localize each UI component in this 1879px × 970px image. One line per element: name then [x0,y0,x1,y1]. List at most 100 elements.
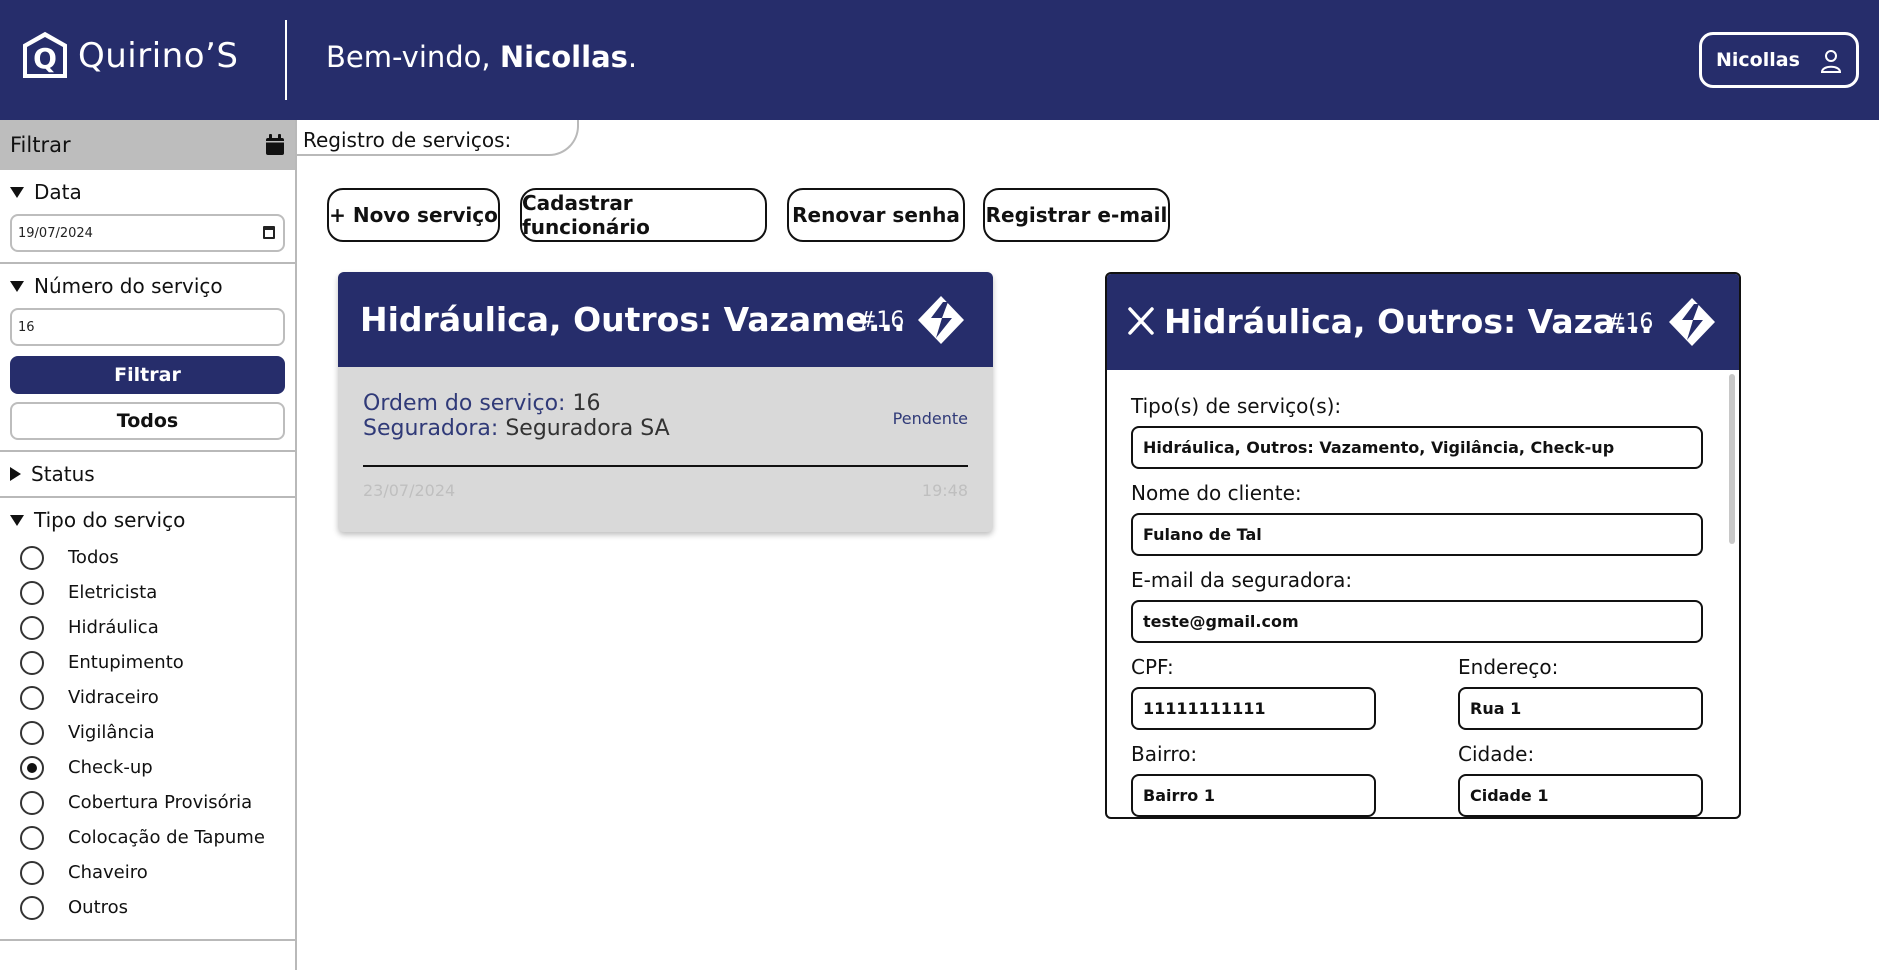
service-type-option[interactable]: Chaveiro [10,855,285,890]
service-card-title: Hidráulica, Outros: Vazame... [360,300,906,339]
brand-letter: Q [33,42,57,75]
insurer-value: Seguradora SA [505,416,670,441]
service-type-option[interactable]: Colocação de Tapume [10,820,285,855]
date-input-value: 19/07/2024 [18,225,93,241]
district-value: Bairro 1 [1143,786,1215,805]
district-field[interactable]: Bairro 1 [1131,774,1376,817]
number-section-toggle[interactable]: Número do serviço [10,274,285,298]
date-input[interactable]: 19/07/2024 [10,214,285,252]
service-type-label: Cobertura Provisória [68,792,253,813]
service-type-option[interactable]: Eletricista [10,575,285,610]
radio-unchecked-icon[interactable] [20,685,44,710]
radio-unchecked-icon[interactable] [20,825,44,850]
type-filter-section: Tipo do serviço Todos Eletricista Hidráuli… [0,498,295,941]
close-icon[interactable] [1127,306,1155,336]
service-type-label: Entupimento [68,652,184,673]
service-type-option[interactable]: Hidráulica [10,610,285,645]
date-picker-icon[interactable] [263,226,275,239]
service-type-option[interactable]: Vidraceiro [10,680,285,715]
brand-logo[interactable]: Q Quirino’S [20,31,238,81]
welcome-suffix: . [627,40,638,74]
service-type-label: Colocação de Tapume [68,827,265,848]
header-divider [285,20,287,100]
radio-unchecked-icon[interactable] [20,580,44,605]
radio-unchecked-icon[interactable] [20,545,44,570]
detail-form: Tipo(s) de serviço(s): Hidráulica, Outro… [1107,370,1739,817]
radio-checked-icon[interactable] [20,755,44,780]
user-button-label: Nicollas [1716,49,1800,71]
client-name-label: Nome do cliente: [1131,481,1302,505]
insurer-email-field[interactable]: teste@gmail.com [1131,600,1703,643]
city-label: Cidade: [1458,742,1535,766]
service-type-option[interactable]: Cobertura Provisória [10,785,285,820]
radio-unchecked-icon[interactable] [20,720,44,745]
radio-unchecked-icon[interactable] [20,790,44,815]
card-date: 23/07/2024 [363,481,456,500]
triangle-down-icon [10,280,24,292]
service-types-field[interactable]: Hidráulica, Outros: Vazamento, Vigilânci… [1131,426,1703,469]
service-types-label: Tipo(s) de serviço(s): [1131,394,1342,418]
order-line: Ordem do serviço: 16 [363,391,968,416]
radio-unchecked-icon[interactable] [20,860,44,885]
service-card[interactable]: Hidráulica, Outros: Vazame... #16 Ordem … [338,272,993,532]
detail-number: #16 [1607,310,1654,335]
type-section-label: Tipo do serviço [34,508,186,532]
register-email-button[interactable]: Registrar e-mail [983,188,1170,242]
insurer-email-value: teste@gmail.com [1143,612,1299,631]
date-section-toggle[interactable]: Data [10,180,285,204]
detail-title: Hidráulica, Outros: Vaza... [1164,302,1653,341]
status-section-label: Status [31,462,95,486]
service-number-input[interactable]: 16 [10,308,285,346]
district-label: Bairro: [1131,742,1198,766]
city-field[interactable]: Cidade 1 [1458,774,1703,817]
detail-scrollbar[interactable] [1729,374,1735,544]
filter-title: Filtrar [10,133,71,157]
calendar-icon[interactable] [265,134,285,156]
register-employee-button[interactable]: Cadastrar funcionário [520,188,767,242]
welcome-prefix: Bem-vindo, [326,40,500,74]
user-icon [1820,50,1842,73]
filter-button[interactable]: Filtrar [10,356,285,394]
city-value: Cidade 1 [1470,786,1549,805]
status-section-toggle[interactable]: Status [10,462,285,486]
renew-password-button[interactable]: Renovar senha [787,188,965,242]
order-value: 16 [572,391,601,416]
cpf-field[interactable]: 11111111111 [1131,687,1376,730]
card-time: 19:48 [921,481,968,500]
service-card-header: Hidráulica, Outros: Vazame... #16 [338,272,993,367]
brand-diamond-icon [1669,298,1715,346]
service-type-label: Vidraceiro [68,687,159,708]
radio-unchecked-icon[interactable] [20,895,44,920]
service-type-option[interactable]: Check-up [10,750,285,785]
all-button[interactable]: Todos [10,402,285,440]
welcome-user-name: Nicollas [499,40,628,74]
service-type-option[interactable]: Todos [10,540,285,575]
radio-unchecked-icon[interactable] [20,615,44,640]
client-name-field[interactable]: Fulano de Tal [1131,513,1703,556]
address-value: Rua 1 [1470,699,1522,718]
top-header: Q Quirino’S Bem-vindo, Nicollas. Nicolla… [0,0,1879,120]
date-filter-section: Data 19/07/2024 [0,170,295,264]
number-filter-section: Número do serviço 16 Filtrar Todos [0,264,295,452]
radio-unchecked-icon[interactable] [20,650,44,675]
service-type-option[interactable]: Entupimento [10,645,285,680]
cpf-address-row: CPF: 11111111111 Endereço: Rua 1 [1131,655,1703,742]
triangle-down-icon [10,186,24,198]
service-type-option[interactable]: Vigilância [10,715,285,750]
status-filter-section: Status [0,452,295,498]
card-divider [363,465,968,467]
user-menu-button[interactable]: Nicollas [1699,32,1859,88]
service-types-value: Hidráulica, Outros: Vazamento, Vigilânci… [1143,438,1615,457]
service-number-value: 16 [18,319,35,335]
insurer-line: Seguradora: Seguradora SA [363,416,968,441]
cpf-label: CPF: [1131,655,1174,679]
address-field[interactable]: Rua 1 [1458,687,1703,730]
service-type-option[interactable]: Outros [10,890,285,925]
type-section-toggle[interactable]: Tipo do serviço [10,508,285,532]
service-card-number: #16 [858,308,905,333]
service-type-label: Eletricista [68,582,158,603]
new-service-button[interactable]: + Novo serviço [327,188,500,242]
service-card-body: Ordem do serviço: 16 Seguradora: Segurad… [338,367,993,500]
brand-name: Quirino’S [78,36,239,76]
triangle-right-icon [10,467,21,481]
